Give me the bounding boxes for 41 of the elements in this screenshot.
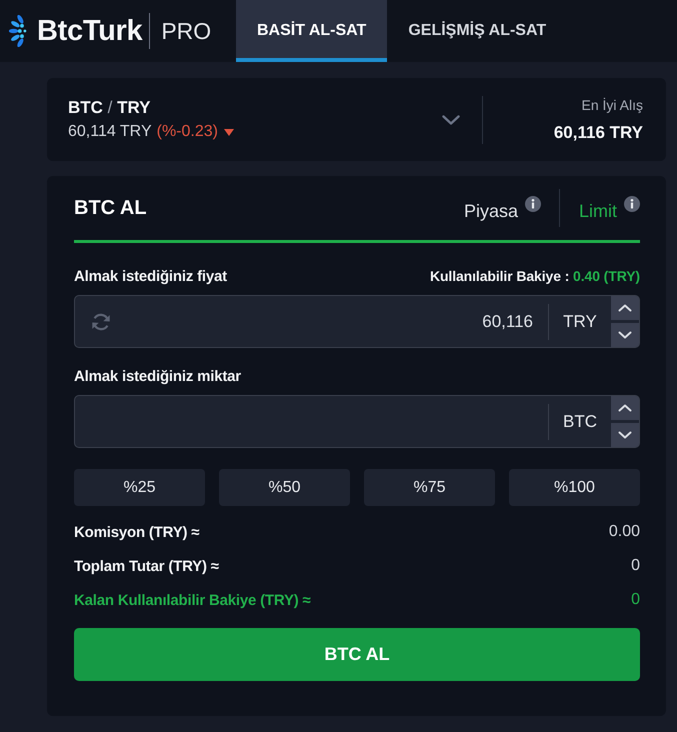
tab[interactable]: GELİŞMİŞ AL-SAT	[387, 0, 568, 62]
decrease-button[interactable]	[611, 423, 639, 447]
tab[interactable]: BASİT AL-SAT	[236, 0, 388, 62]
logo-text: BtcTurk	[37, 14, 142, 48]
available-balance: Kullanılabilir Bakiye : 0.40 (TRY)	[430, 268, 640, 284]
chevron-up-icon	[618, 304, 632, 312]
summary-value: 0	[631, 557, 640, 575]
order-title: BTC AL	[74, 196, 147, 220]
summary-label: Komisyon (TRY) ≈	[74, 524, 200, 540]
buy-button[interactable]: BTC AL	[74, 628, 640, 681]
percent-button[interactable]: %25	[74, 469, 205, 506]
summary-label: Toplam Tutar (TRY) ≈	[74, 558, 219, 574]
info-icon[interactable]	[524, 196, 541, 212]
chevron-down-icon	[618, 431, 632, 439]
order-type-tab[interactable]: Piyasa	[464, 200, 518, 222]
best-bid-price: 60,116 TRY	[554, 122, 643, 144]
price-field[interactable]: 60,116 TRY	[74, 295, 640, 348]
summary-label: Kalan Kullanılabilir Bakiye (TRY) ≈	[74, 592, 311, 608]
chevron-up-icon	[618, 404, 632, 412]
increase-button[interactable]	[611, 296, 639, 320]
percent-button[interactable]: %100	[509, 469, 640, 506]
best-bid-label: En İyi Alış	[582, 96, 643, 114]
order-type-tab[interactable]: Limit	[578, 200, 617, 222]
amount-field[interactable]: BTC	[74, 395, 640, 448]
percent-button[interactable]: %50	[219, 469, 350, 506]
chevron-down-icon	[618, 331, 632, 339]
price-label: Almak istediğiniz fiyat	[74, 268, 227, 284]
currency-label: BTC	[562, 412, 598, 432]
percent-button[interactable]: %75	[364, 469, 495, 506]
decrease-button[interactable]	[611, 323, 639, 347]
chevron-down-icon[interactable]	[442, 114, 460, 124]
pair-name: BTC / TRY	[68, 97, 150, 119]
info-icon[interactable]	[624, 196, 640, 212]
summary-value: 0	[631, 591, 640, 609]
increase-button[interactable]	[611, 396, 639, 420]
summary-value: 0.00	[608, 523, 640, 541]
amount-label: Almak istediğiniz miktar	[74, 368, 241, 384]
last-price: 60,114 TRY	[68, 122, 152, 142]
price-change: (%-0.23)	[156, 122, 218, 142]
logo-suffix: PRO	[161, 18, 212, 44]
currency-label: TRY	[562, 312, 598, 332]
